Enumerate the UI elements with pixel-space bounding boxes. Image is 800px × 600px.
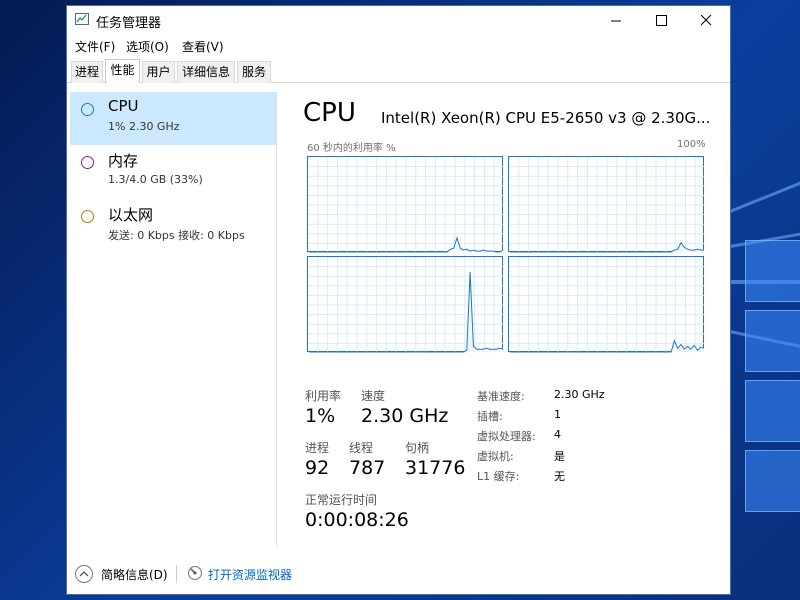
spec-value: 4: [554, 428, 561, 441]
window-title: 任务管理器: [96, 16, 162, 31]
close-icon: [701, 14, 712, 25]
handles-value: 31776: [405, 457, 466, 479]
spec-value: 无: [554, 470, 565, 483]
cpu-core-graph: [307, 256, 504, 353]
spec-value: 2.30 GHz: [554, 388, 605, 401]
menu-bar: 文件(F) 选项(O) 查看(V): [67, 36, 730, 56]
cpu-indicator-icon: [81, 103, 94, 116]
title-bar[interactable]: 任务管理器: [67, 6, 730, 34]
sidebar-item-title: 内存: [108, 152, 139, 170]
menu-file[interactable]: 文件(F): [75, 38, 115, 55]
sidebar-item-ethernet[interactable]: 以太网 发送: 0 Kbps 接收: 0 Kbps: [70, 199, 276, 252]
utilization-label: 利用率: [305, 389, 342, 403]
uptime-label: 正常运行时间: [305, 493, 378, 507]
resource-sidebar: CPU 1% 2.30 GHz 内存 1.3/4.0 GB (33%) 以太网 …: [70, 92, 277, 547]
sidebar-item-title: 以太网: [108, 206, 154, 224]
status-bar: 简略信息(D) 打开资源监视器: [67, 562, 730, 592]
memory-indicator-icon: [81, 156, 94, 169]
sidebar-item-subtitle: 发送: 0 Kbps 接收: 0 Kbps: [108, 229, 245, 242]
ethernet-indicator-icon: [81, 210, 94, 223]
spec-value: 是: [554, 450, 565, 463]
menu-options[interactable]: 选项(O): [126, 38, 169, 55]
spec-label: 虚拟处理器:: [477, 430, 536, 443]
close-button[interactable]: [684, 6, 729, 34]
maximize-button[interactable]: [639, 6, 684, 34]
maximize-icon: [656, 14, 667, 26]
sidebar-item-memory[interactable]: 内存 1.3/4.0 GB (33%): [70, 145, 276, 198]
task-manager-icon: [75, 13, 89, 25]
speed-label: 速度: [361, 389, 386, 403]
sidebar-item-title: CPU: [108, 97, 139, 115]
cpu-model-name: Intel(R) Xeon(R) CPU E5-2650 v3 @ 2.30G.…: [381, 109, 711, 127]
tab-details[interactable]: 详细信息: [177, 61, 235, 83]
cpu-core-graph: [508, 156, 705, 253]
spec-label: L1 缓存:: [477, 470, 520, 483]
graph-max-label: 100%: [677, 139, 706, 150]
tab-processes[interactable]: 进程: [71, 61, 103, 83]
menu-view[interactable]: 查看(V): [182, 38, 224, 55]
sidebar-item-subtitle: 1% 2.30 GHz: [108, 120, 180, 133]
sidebar-item-subtitle: 1.3/4.0 GB (33%): [108, 173, 203, 186]
threads-value: 787: [349, 457, 386, 479]
open-resource-monitor-link[interactable]: 打开资源监视器: [208, 566, 292, 583]
tab-bar: 进程 性能 用户 详细信息 服务: [67, 59, 730, 83]
minimize-icon: [611, 20, 621, 21]
cpu-core-graph: [307, 156, 504, 253]
collapse-button[interactable]: [75, 565, 93, 583]
uptime-value: 0:00:08:26: [305, 509, 409, 531]
cpu-core-graph: [508, 256, 705, 353]
spec-label: 插槽:: [477, 410, 503, 423]
resource-monitor-icon: [187, 565, 203, 581]
utilization-value: 1%: [305, 405, 336, 427]
page-title: CPU: [303, 98, 356, 128]
task-manager-window: 任务管理器 文件(F) 选项(O) 查看(V) 进程 性能 用户 详细信息 服务…: [66, 5, 731, 595]
spec-label: 虚拟机:: [477, 450, 514, 463]
tab-performance[interactable]: 性能: [105, 59, 140, 83]
sidebar-item-cpu[interactable]: CPU 1% 2.30 GHz: [70, 92, 276, 145]
tab-users[interactable]: 用户: [142, 61, 175, 83]
divider: [176, 565, 177, 583]
graph-axis-label: 60 秒内的利用率 %: [307, 143, 396, 154]
chevron-up-icon: [79, 571, 89, 577]
spec-label: 基准速度:: [477, 390, 525, 403]
processes-value: 92: [305, 457, 330, 479]
fewer-details-link[interactable]: 简略信息(D): [101, 566, 168, 583]
spec-value: 1: [554, 408, 561, 421]
threads-label: 线程: [349, 441, 374, 455]
handles-label: 句柄: [405, 441, 430, 455]
processes-label: 进程: [305, 441, 330, 455]
cpu-detail-panel: CPU Intel(R) Xeon(R) CPU E5-2650 v3 @ 2.…: [289, 92, 719, 562]
speed-value: 2.30 GHz: [361, 405, 449, 427]
tab-services[interactable]: 服务: [237, 61, 271, 83]
minimize-button[interactable]: [594, 6, 639, 34]
